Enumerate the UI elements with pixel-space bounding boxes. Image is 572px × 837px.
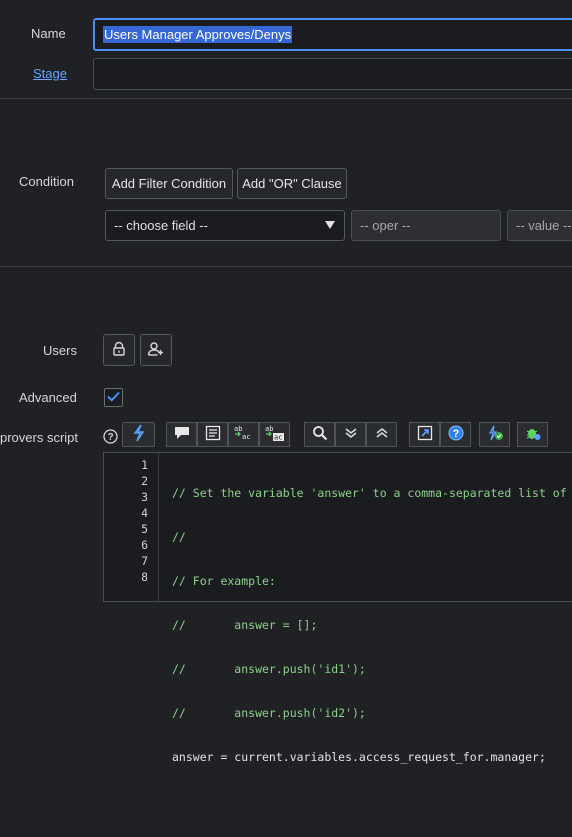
script-debugger-icon <box>524 425 542 444</box>
section-divider <box>0 266 572 267</box>
name-label: Name <box>31 26 66 41</box>
syntax-check-icon <box>486 425 504 444</box>
advanced-label: Advanced <box>19 390 77 405</box>
editor-toolbar-group-2 <box>304 422 397 447</box>
comment-icon <box>174 426 190 443</box>
stage-field[interactable] <box>93 58 572 90</box>
format-code-icon <box>131 424 147 445</box>
document-icon <box>205 425 221 444</box>
svg-text:ac: ac <box>242 433 250 441</box>
replace-all-button[interactable]: ab ac <box>259 422 290 447</box>
value-select[interactable]: -- value -- <box>507 210 572 241</box>
code-line: // answer = []; <box>172 618 318 632</box>
collapse-all-button[interactable] <box>366 422 397 447</box>
operator-select[interactable]: -- oper -- <box>351 210 501 241</box>
name-value: Users Manager Approves/Denys <box>103 26 293 43</box>
line-number: 1 <box>141 458 148 472</box>
value-value: -- value -- <box>516 218 572 233</box>
toggle-comment-button[interactable] <box>166 422 197 447</box>
choose-field-value: -- choose field -- <box>114 218 208 233</box>
section-divider <box>0 98 572 99</box>
editor-toolbar-group-1: ab ac ab ac <box>166 422 290 447</box>
unlock-users-button[interactable] <box>103 334 135 366</box>
script-debugger-button[interactable] <box>517 422 548 447</box>
line-number: 8 <box>141 570 148 584</box>
checkmark-icon <box>107 390 120 405</box>
lock-icon <box>111 341 127 360</box>
approvers-script-label: provers script <box>0 430 79 445</box>
advanced-checkbox[interactable] <box>104 388 123 407</box>
name-field[interactable]: Users Manager Approves/Denys <box>93 18 572 51</box>
line-number: 3 <box>141 490 148 504</box>
line-number: 2 <box>141 474 148 488</box>
add-filter-condition-button[interactable]: Add Filter Condition <box>105 168 233 199</box>
code-line: // <box>172 530 186 544</box>
expand-all-button[interactable] <box>335 422 366 447</box>
replace-button[interactable]: ab ac <box>228 422 259 447</box>
add-user-icon <box>147 341 165 360</box>
line-number: 4 <box>141 506 148 520</box>
search-icon <box>312 425 328 444</box>
insert-doc-button[interactable] <box>197 422 228 447</box>
code-line: // Set the variable 'answer' to a comma-… <box>172 486 572 500</box>
approvers-script-editor[interactable]: 1 2 3 4 5 6 7 8 // Set the variable 'ans… <box>103 452 572 764</box>
code-line: // answer.push('id1'); <box>172 662 366 676</box>
format-code-button[interactable] <box>122 422 155 447</box>
search-button[interactable] <box>304 422 335 447</box>
line-number: 6 <box>141 538 148 552</box>
editor-toolbar-group-3: ? <box>409 422 471 447</box>
expand-all-icon <box>344 427 358 442</box>
choose-field-select[interactable]: -- choose field -- <box>105 210 345 241</box>
line-number: 5 <box>141 522 148 536</box>
fullscreen-icon <box>417 425 433 444</box>
help-icon[interactable]: ? <box>103 429 118 447</box>
chevron-down-icon <box>324 218 336 233</box>
code-area[interactable]: // Set the variable 'answer' to a comma-… <box>172 453 572 837</box>
svg-text:?: ? <box>452 428 459 440</box>
code-line: // answer.push('id2'); <box>172 706 366 720</box>
users-label: Users <box>43 343 77 358</box>
add-or-clause-button[interactable]: Add "OR" Clause <box>237 168 347 199</box>
editor-toolbar-group-4 <box>479 422 510 447</box>
script-help-icon: ? <box>448 425 464 444</box>
line-number: 7 <box>141 554 148 568</box>
line-number-gutter: 1 2 3 4 5 6 7 8 <box>104 453 159 601</box>
script-help-button[interactable]: ? <box>440 422 471 447</box>
fullscreen-button[interactable] <box>409 422 440 447</box>
syntax-check-button[interactable] <box>479 422 510 447</box>
code-line: answer = current.variables.access_reques… <box>172 750 546 764</box>
code-line: // For example: <box>172 574 276 588</box>
svg-text:ac: ac <box>274 434 282 442</box>
add-me-button[interactable] <box>140 334 172 366</box>
condition-label: Condition <box>19 174 74 189</box>
replace-icon: ab ac <box>233 424 255 445</box>
svg-text:?: ? <box>107 432 113 443</box>
collapse-all-icon <box>375 427 389 442</box>
operator-value: -- oper -- <box>360 218 411 233</box>
replace-all-icon: ab ac <box>264 424 286 445</box>
stage-link[interactable]: Stage <box>33 66 67 81</box>
